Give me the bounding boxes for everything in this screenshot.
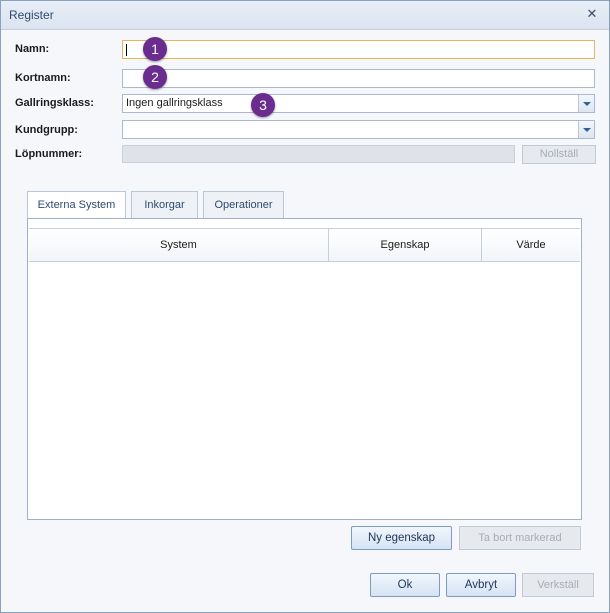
kortnamn-label: Kortnamn:	[15, 72, 71, 84]
lopnummer-field	[122, 145, 515, 163]
column-system[interactable]: System	[29, 229, 329, 261]
chevron-down-icon[interactable]	[578, 95, 594, 112]
kundgrupp-select[interactable]	[122, 120, 595, 139]
gallringsklass-label: Gallringsklass:	[15, 97, 94, 109]
window-title: Register	[9, 8, 54, 22]
avbryt-button[interactable]: Avbryt	[446, 573, 516, 597]
tab-operationer[interactable]: Operationer	[203, 191, 284, 219]
close-icon[interactable]: ✕	[585, 7, 599, 21]
verkstall-button: Verkställ	[522, 573, 594, 597]
tab-externa-system[interactable]: Externa System	[27, 191, 126, 220]
namn-label: Namn:	[15, 43, 50, 55]
ny-egenskap-button[interactable]: Ny egenskap	[351, 526, 452, 550]
chevron-down-icon[interactable]	[578, 121, 594, 138]
column-varde[interactable]: Värde	[482, 229, 580, 261]
externa-system-panel: System Egenskap Värde	[27, 218, 582, 520]
kundgrupp-label: Kundgrupp:	[15, 124, 78, 136]
namn-input[interactable]	[122, 40, 595, 59]
tab-inkorgar[interactable]: Inkorgar	[131, 191, 198, 219]
ta-bort-markerad-button: Ta bort markerad	[459, 526, 581, 550]
register-dialog: Register ✕ Namn: 1 Kortnamn: 2 Gallrings…	[0, 0, 610, 613]
table-header: System Egenskap Värde	[29, 228, 580, 262]
gallringsklass-value: Ingen gallringsklass	[126, 97, 223, 109]
kortnamn-input[interactable]	[122, 69, 595, 88]
ok-button[interactable]: Ok	[370, 573, 440, 597]
callout-badge-2: 2	[143, 65, 167, 89]
gallringsklass-select[interactable]: Ingen gallringsklass	[122, 94, 595, 113]
text-caret	[126, 44, 127, 56]
title-bar: Register ✕	[1, 1, 609, 30]
nollstall-button: Nollställ	[522, 145, 596, 164]
callout-badge-1: 1	[143, 37, 167, 61]
callout-badge-3: 3	[251, 93, 275, 117]
column-egenskap[interactable]: Egenskap	[329, 229, 482, 261]
lopnummer-label: Löpnummer:	[15, 148, 83, 160]
